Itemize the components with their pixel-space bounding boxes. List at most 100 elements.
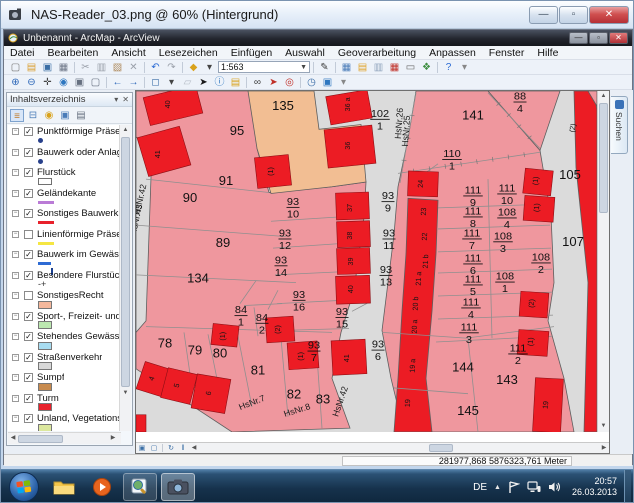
layer-label[interactable]: SonstigesRecht xyxy=(37,290,104,301)
layer-expander-icon[interactable]: − xyxy=(12,169,19,176)
back-extent-icon[interactable]: ← xyxy=(110,76,125,89)
toc-hscroll-thumb[interactable] xyxy=(18,435,63,443)
toc-pin-icon[interactable]: ▾ xyxy=(114,95,118,104)
layer-label[interactable]: Unland, Vegetationslo xyxy=(37,413,119,424)
layer-visibility-checkbox[interactable]: ✓ xyxy=(24,168,33,177)
fixed-zoom-in-icon[interactable]: ▣ xyxy=(72,76,87,89)
layer-expander-icon[interactable]: − xyxy=(12,149,19,156)
taskbar-arcmap-button[interactable] xyxy=(123,473,157,501)
map-vertical-scrollbar[interactable]: ▲ ▼ xyxy=(597,91,609,432)
table-window-icon[interactable]: ▦ xyxy=(339,61,354,74)
taskbar-explorer-button[interactable] xyxy=(47,473,81,501)
select-elements-icon[interactable]: ➤ xyxy=(196,76,211,89)
python-window-icon[interactable]: ▭ xyxy=(403,61,418,74)
layer-visibility-checkbox[interactable]: ✓ xyxy=(24,312,33,321)
layer-visibility-checkbox[interactable]: ✓ xyxy=(24,373,33,382)
html-popup-icon[interactable]: ▤ xyxy=(228,76,243,89)
whats-this-icon[interactable]: ? xyxy=(441,61,456,74)
outer-minimize-button[interactable]: — xyxy=(529,6,558,24)
cadastral-map[interactable]: 9513591908913478798081828314114414314510… xyxy=(136,91,597,432)
layer-label[interactable]: Besondere Flurstücksg xyxy=(37,270,119,281)
layer-label[interactable]: Turm xyxy=(37,393,59,404)
menu-geoverarbeitung[interactable]: Geoverarbeitung xyxy=(338,47,416,59)
scroll-up-icon[interactable]: ▲ xyxy=(598,91,609,102)
layer-visibility-checkbox[interactable]: ✓ xyxy=(24,414,33,423)
time-slider-icon[interactable]: ◷ xyxy=(304,76,319,89)
layer-label[interactable]: Stehendes Gewässer xyxy=(37,331,119,342)
refresh-view-button[interactable]: ↻ xyxy=(165,444,177,453)
layer-expander-icon[interactable]: − xyxy=(12,272,19,279)
identify-icon[interactable]: ⓘ xyxy=(212,76,227,89)
list-by-source-icon[interactable]: ⊟ xyxy=(26,109,40,122)
layer-visibility-checkbox[interactable]: ✓ xyxy=(24,394,33,403)
layer-expander-icon[interactable]: − xyxy=(12,128,19,135)
menu-ansicht[interactable]: Ansicht xyxy=(111,47,145,59)
scroll-right-icon[interactable]: ▶ xyxy=(599,443,609,454)
layer-visibility-checkbox[interactable] xyxy=(24,291,33,300)
layer-label[interactable]: Flurstück xyxy=(37,167,76,178)
layer-label[interactable]: Sonstiges Bauwerk od xyxy=(37,208,119,219)
forward-extent-icon[interactable]: → xyxy=(126,76,141,89)
toolbar-overflow-icon[interactable]: ▾ xyxy=(457,61,472,74)
layer-visibility-checkbox[interactable]: ✓ xyxy=(24,189,33,198)
taskbar-media-player-button[interactable] xyxy=(85,473,119,501)
catalog-window-icon[interactable]: ▤ xyxy=(355,61,370,74)
redo-icon[interactable]: ↷ xyxy=(164,61,179,74)
layer-label[interactable]: Bauwerk oder Anlage xyxy=(37,147,119,158)
layer-expander-icon[interactable]: − xyxy=(12,333,19,340)
pan-icon[interactable]: ✛ xyxy=(40,76,55,89)
search-dock-tab[interactable]: Suchen xyxy=(611,96,628,154)
layer-visibility-checkbox[interactable]: ✓ xyxy=(24,250,33,259)
layer-visibility-checkbox[interactable]: ✓ xyxy=(24,127,33,136)
menu-einfügen[interactable]: Einfügen xyxy=(231,47,272,59)
show-desktop-button[interactable] xyxy=(624,470,631,503)
add-data-icon[interactable]: ◆ xyxy=(186,61,201,74)
open-folder-icon[interactable]: ▤ xyxy=(24,61,39,74)
layer-expander-icon[interactable]: − xyxy=(12,251,19,258)
toc-horizontal-scrollbar[interactable]: ◀ ▶ xyxy=(8,432,121,444)
layer-label[interactable]: Punktförmige Präsent xyxy=(37,126,119,137)
list-by-drawing-order-icon[interactable]: ≡ xyxy=(10,109,24,122)
menu-anpassen[interactable]: Anpassen xyxy=(429,47,476,59)
scroll-left-icon[interactable]: ◀ xyxy=(189,443,199,454)
menu-fenster[interactable]: Fenster xyxy=(489,47,525,59)
zoom-out-icon[interactable]: ⊖ xyxy=(24,76,39,89)
layer-visibility-checkbox[interactable]: ✓ xyxy=(24,332,33,341)
full-extent-icon[interactable]: ◉ xyxy=(56,76,71,89)
arctoolbox-icon[interactable]: ▦ xyxy=(387,61,402,74)
outer-maximize-button[interactable]: ▫ xyxy=(559,6,588,24)
add-data-dropdown-icon[interactable]: ▾ xyxy=(202,61,217,74)
map-canvas[interactable]: 9513591908913478798081828314114414314510… xyxy=(136,91,597,432)
layer-expander-icon[interactable]: − xyxy=(12,354,19,361)
layer-expander-icon[interactable]: − xyxy=(12,190,19,197)
find-route-icon[interactable]: ➤ xyxy=(266,76,281,89)
toc-scroll-thumb[interactable] xyxy=(121,137,130,387)
map-horizontal-scrollbar[interactable]: ▣ ▢ ↻ ‖ ◀ ▶ xyxy=(136,442,609,453)
list-by-selection-icon[interactable]: ▣ xyxy=(58,109,72,122)
toc-vertical-scrollbar[interactable]: ▲ ▼ xyxy=(119,125,131,431)
layer-label[interactable]: Geländekante xyxy=(37,188,96,199)
language-indicator[interactable]: DE xyxy=(473,482,487,493)
go-to-xy-icon[interactable]: ◎ xyxy=(282,76,297,89)
layer-label[interactable]: Sumpf xyxy=(37,372,64,383)
delete-icon[interactable]: ✕ xyxy=(126,61,141,74)
layer-visibility-checkbox[interactable] xyxy=(24,230,33,239)
volume-icon[interactable] xyxy=(548,481,561,493)
show-hidden-icons-icon[interactable]: ▲ xyxy=(494,484,501,491)
layer-visibility-checkbox[interactable]: ✓ xyxy=(24,353,33,362)
scroll-down-icon[interactable]: ▼ xyxy=(598,421,609,432)
layer-visibility-checkbox[interactable]: ✓ xyxy=(24,209,33,218)
find-icon[interactable]: ∞ xyxy=(250,76,265,89)
network-icon[interactable] xyxy=(527,481,541,493)
layer-expander-icon[interactable]: − xyxy=(12,210,19,217)
layer-label[interactable]: Sport-, Freizeit- und Er xyxy=(37,311,119,322)
select-features-icon[interactable]: ◻ xyxy=(148,76,163,89)
layer-expander-icon[interactable]: − xyxy=(12,313,19,320)
zoom-in-icon[interactable]: ⊕ xyxy=(8,76,23,89)
modelbuilder-icon[interactable]: ❖ xyxy=(419,61,434,74)
select-dropdown-icon[interactable]: ▾ xyxy=(164,76,179,89)
arcmap-minimize-button[interactable]: — xyxy=(569,32,588,44)
undo-icon[interactable]: ↶ xyxy=(148,61,163,74)
arcmap-restore-button[interactable]: ▫ xyxy=(589,32,608,44)
menu-bearbeiten[interactable]: Bearbeiten xyxy=(48,47,99,59)
